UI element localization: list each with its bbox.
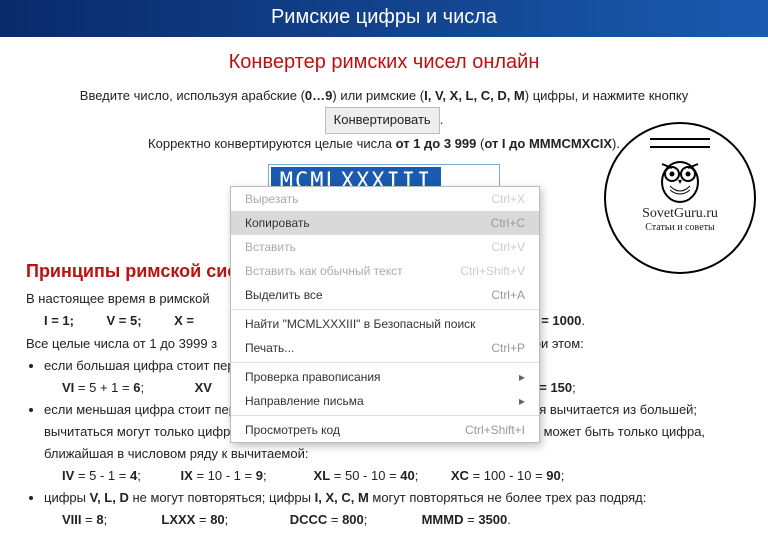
owl-icon (652, 152, 708, 204)
context-menu: ВырезатьCtrl+X КопироватьCtrl+C Вставить… (230, 186, 540, 443)
range-roman-bold: от I до MMMCMXCIX (484, 136, 612, 151)
page-header: Римские цифры и числа (0, 0, 768, 37)
range-bold: от 1 до 3 999 (396, 136, 477, 151)
menu-paste[interactable]: ВставитьCtrl+V (231, 235, 539, 259)
logo-sub: Статьи и советы (606, 222, 754, 233)
logo-brand: SovetGuru.ru (606, 206, 754, 222)
intro-prefix: Введите число, используя арабские ( (80, 88, 305, 103)
menu-direction[interactable]: Направление письма (231, 389, 539, 413)
convert-button[interactable]: Конвертировать (325, 107, 440, 134)
arabic-range: 0…9 (305, 88, 332, 103)
chevron-right-icon (519, 394, 525, 408)
menu-select-all[interactable]: Выделить всеCtrl+A (231, 283, 539, 307)
menu-search[interactable]: Найти "MCMLXXXIII" в Безопасный поиск (231, 312, 539, 336)
converter-title: Конвертер римских чисел онлайн (0, 51, 768, 74)
site-logo-badge: SovetGuru.ru Статьи и советы (604, 122, 756, 274)
chevron-right-icon (519, 370, 525, 384)
p2-prefix: Все целые числа от 1 до 3999 з (26, 336, 217, 351)
menu-cut[interactable]: ВырезатьCtrl+X (231, 187, 539, 211)
menu-spellcheck[interactable]: Проверка правописания (231, 365, 539, 389)
menu-print[interactable]: Печать...Ctrl+P (231, 336, 539, 360)
shelf-icon (650, 138, 710, 148)
roman-letters: I, V, X, L, C, D, M (424, 88, 525, 103)
menu-copy[interactable]: КопироватьCtrl+C (231, 211, 539, 235)
menu-inspect[interactable]: Просмотреть кодCtrl+Shift+I (231, 418, 539, 442)
menu-paste-plain[interactable]: Вставить как обычный текстCtrl+Shift+V (231, 259, 539, 283)
list-item: цифры V, L, D не могут повторяться; цифр… (44, 487, 742, 531)
